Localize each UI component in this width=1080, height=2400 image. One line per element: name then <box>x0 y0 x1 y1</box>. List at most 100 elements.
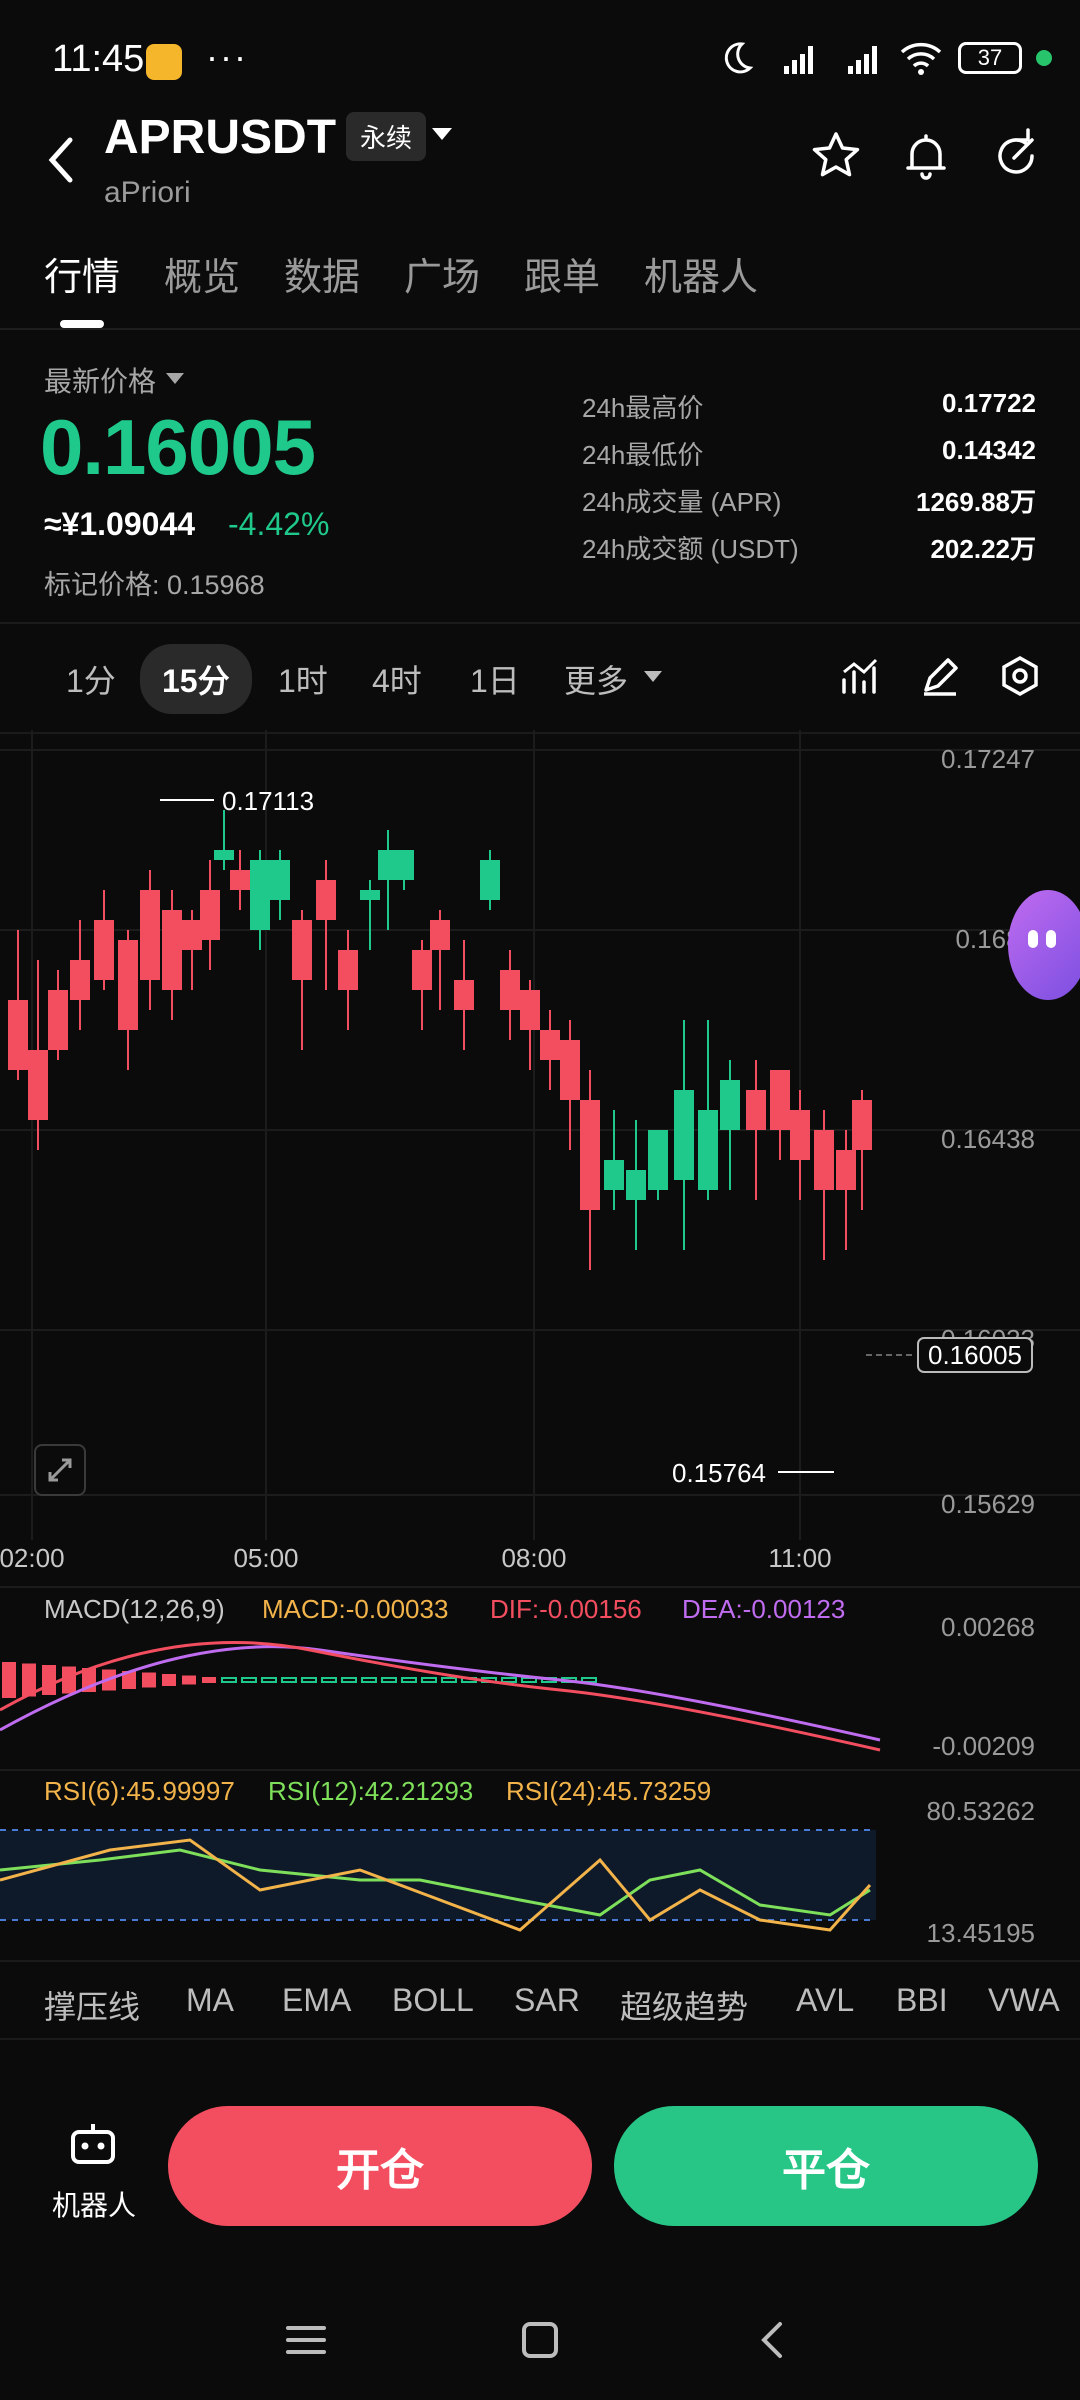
candle-body <box>814 1130 834 1190</box>
macd-bar <box>142 1672 156 1688</box>
candle-body <box>648 1130 668 1190</box>
chevron-down-icon[interactable] <box>644 671 662 682</box>
y-axis-label: 0.16438 <box>941 1124 1035 1154</box>
macd-bar <box>421 1677 437 1683</box>
bell-icon[interactable] <box>898 128 954 184</box>
candle-body <box>182 920 202 950</box>
top-tabs: 行情 概览 数据 广场 跟单 机器人 <box>0 240 1080 330</box>
draw-pencil-icon[interactable] <box>918 654 962 698</box>
indicator-bbi[interactable]: BBI <box>896 1982 948 2019</box>
macd-ymax: 0.00268 <box>941 1612 1035 1642</box>
tab-overview[interactable]: 概览 <box>164 246 240 301</box>
macd-bar <box>202 1677 216 1683</box>
privacy-dot-icon <box>1036 50 1052 66</box>
close-position-button[interactable]: 平仓 <box>614 2106 1038 2226</box>
rsi6-label: RSI(6):45.99997 <box>44 1776 235 1806</box>
battery-icon: 37 <box>958 42 1022 74</box>
star-icon[interactable] <box>808 128 864 184</box>
system-nav-bar <box>0 2240 1080 2400</box>
candle-body <box>790 1110 810 1160</box>
header: APRUSDT 永续 aPriori <box>0 100 1080 220</box>
candle-body <box>746 1090 766 1130</box>
timeframe-more[interactable]: 更多 <box>564 656 628 702</box>
stat-label-high: 24h最高价 <box>582 393 704 423</box>
status-time: 11:45 <box>52 38 145 80</box>
indicator-bar: 撑压线 MA EMA BOLL SAR 超级趋势 AVL BBI VWA <box>0 1960 1080 2040</box>
indicator-supertrend[interactable]: 超级趋势 <box>620 1982 748 2028</box>
candle-body <box>770 1070 790 1130</box>
timeframe-1m[interactable]: 1分 <box>66 656 116 702</box>
macd-dea-line <box>0 1645 881 1742</box>
indicator-sar[interactable]: SAR <box>514 1982 580 2019</box>
macd-bar <box>301 1677 317 1683</box>
indicator-boll[interactable]: BOLL <box>392 1982 474 2019</box>
divider <box>0 622 1080 624</box>
candle-body <box>338 950 358 990</box>
stat-label-low: 24h最低价 <box>582 440 704 470</box>
tab-bot[interactable]: 机器人 <box>644 246 758 301</box>
pair-title[interactable]: APRUSDT <box>104 110 336 165</box>
macd-bar <box>341 1677 357 1683</box>
chevron-down-icon[interactable] <box>432 128 452 140</box>
back-icon[interactable] <box>744 2310 804 2370</box>
share-icon[interactable] <box>988 128 1044 184</box>
candle-body <box>250 860 270 930</box>
rsi-band <box>0 1830 876 1920</box>
indicator-support-resistance[interactable]: 撑压线 <box>44 1982 140 2028</box>
y-axis-label: 0.15629 <box>941 1489 1035 1519</box>
macd-dif: DIF:-0.00156 <box>490 1594 642 1624</box>
chart-area[interactable]: 0.172470.16840.164380.160330.1562902:000… <box>0 730 1080 1960</box>
candle-body <box>412 950 432 990</box>
candle-body <box>852 1100 872 1150</box>
candle-body <box>394 850 414 880</box>
asset-name: aPriori <box>104 176 191 209</box>
macd-bar <box>241 1677 257 1683</box>
macd-bar <box>221 1677 237 1683</box>
candle-body <box>230 870 250 890</box>
menu-icon[interactable] <box>276 2310 336 2370</box>
rsi-ymax: 80.53262 <box>927 1796 1035 1826</box>
open-position-button[interactable]: 开仓 <box>168 2106 592 2226</box>
chevron-down-icon[interactable] <box>166 373 184 384</box>
timeframe-1h[interactable]: 1时 <box>278 656 328 702</box>
tab-square[interactable]: 广场 <box>404 246 480 301</box>
macd-bar <box>401 1677 417 1683</box>
home-icon[interactable] <box>510 2310 570 2370</box>
notification-app-icon <box>146 44 182 80</box>
indicator-ma[interactable]: MA <box>186 1982 234 2019</box>
candle-body <box>270 860 290 900</box>
fullscreen-icon[interactable] <box>34 1444 86 1496</box>
assistant-avatar[interactable] <box>1008 890 1080 1000</box>
timeframe-4h[interactable]: 4时 <box>372 656 422 702</box>
tab-market[interactable]: 行情 <box>44 246 120 301</box>
indicator-chart-icon[interactable] <box>838 654 882 698</box>
stat-value-low: 0.14342 <box>942 435 1036 465</box>
indicator-avl[interactable]: AVL <box>796 1982 854 2019</box>
indicator-ema[interactable]: EMA <box>282 1982 351 2019</box>
macd-label: MACD(12,26,9) <box>44 1594 225 1624</box>
candle-body <box>140 890 160 980</box>
candle-body <box>200 890 220 940</box>
candle-body <box>836 1150 856 1190</box>
timeframe-1d[interactable]: 1日 <box>470 656 520 702</box>
latest-price-label[interactable]: 最新价格 <box>44 360 156 400</box>
low-marker-label: 0.15764 <box>672 1458 766 1488</box>
wifi-icon <box>900 42 942 75</box>
indicator-vwap[interactable]: VWA <box>988 1982 1060 2019</box>
settings-hexagon-icon[interactable] <box>998 654 1042 698</box>
x-axis-label: 08:00 <box>501 1543 566 1573</box>
signal-hd-icon-2 <box>848 46 877 74</box>
rsi12-label: RSI(12):42.21293 <box>268 1776 473 1806</box>
candle-body <box>674 1090 694 1180</box>
macd-bar <box>281 1677 297 1683</box>
robot-label: 机器人 <box>52 2190 137 2221</box>
price-change: -4.42% <box>228 506 330 542</box>
candle-body <box>214 850 234 860</box>
high-marker-label: 0.17113 <box>222 786 314 816</box>
timeframe-15m[interactable]: 15分 <box>140 644 252 714</box>
tab-data[interactable]: 数据 <box>284 246 360 301</box>
candlestick-chart[interactable]: 0.172470.16840.164380.160330.1562902:000… <box>0 730 1080 1960</box>
back-arrow-icon[interactable] <box>40 130 80 190</box>
contract-type-badge[interactable]: 永续 <box>346 112 427 161</box>
tab-copy-trade[interactable]: 跟单 <box>524 246 600 301</box>
